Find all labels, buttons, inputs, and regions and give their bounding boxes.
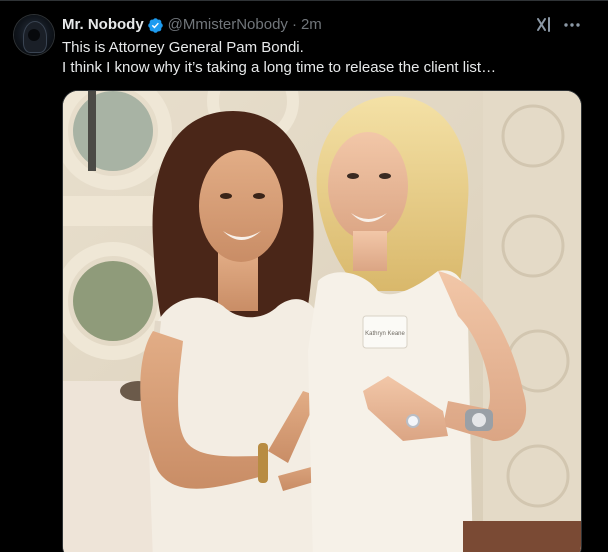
tweet-header: Mr. Nobody @MmisterNobody · 2m — [62, 15, 322, 35]
photo-illustration: Kathryn Keane — [63, 91, 581, 552]
tweet-photo[interactable]: Kathryn Keane — [62, 90, 582, 552]
tweet-text: This is Attorney General Pam Bondi. I th… — [62, 38, 582, 78]
tweet-text-line: This is Attorney General Pam Bondi. — [62, 39, 304, 56]
header-separator: · — [291, 16, 297, 33]
author-display-name[interactable]: Mr. Nobody — [62, 15, 144, 35]
tweet-timestamp[interactable]: 2m — [301, 15, 322, 35]
name-badge-text: Kathryn Keane — [365, 331, 405, 337]
verified-badge-icon[interactable] — [147, 17, 164, 34]
more-options-icon[interactable] — [562, 15, 582, 35]
tweet-text-line: I think I know why it’s taking a long ti… — [62, 59, 497, 76]
author-avatar[interactable] — [14, 15, 54, 55]
author-handle[interactable]: @MmisterNobody — [168, 15, 288, 35]
tweet-post[interactable]: Mr. Nobody @MmisterNobody · 2m This is A… — [0, 0, 608, 552]
grok-icon[interactable] — [534, 15, 554, 35]
